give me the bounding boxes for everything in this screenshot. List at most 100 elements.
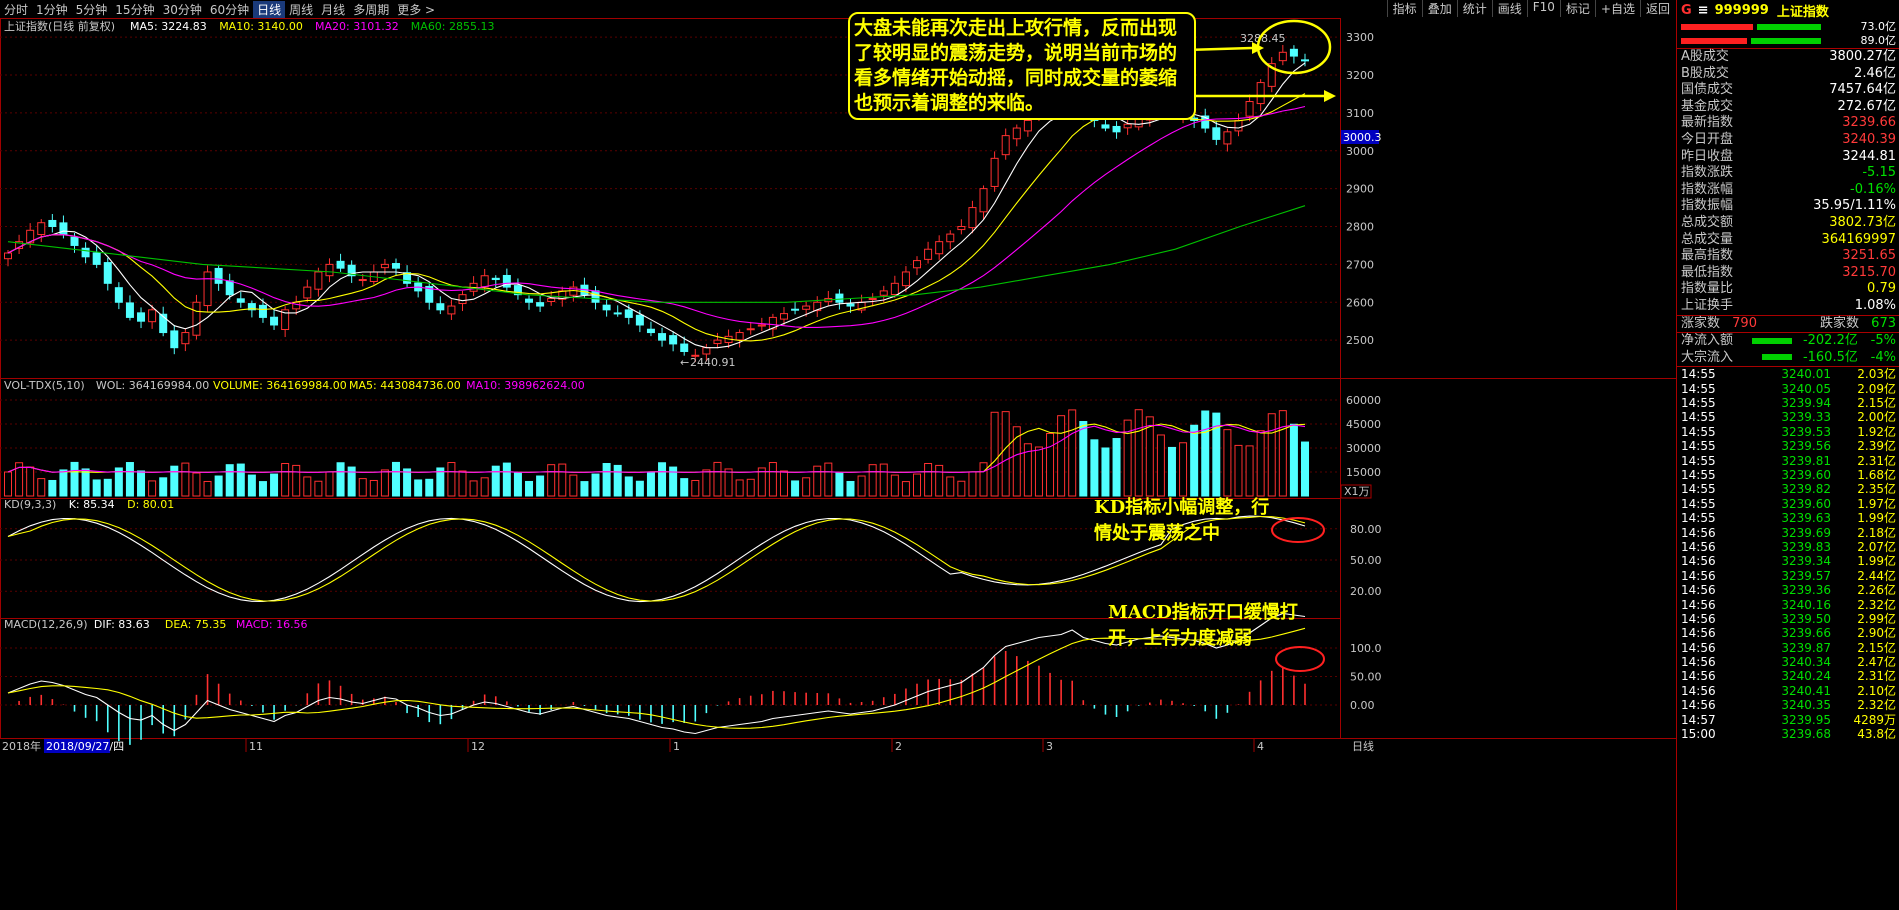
candle <box>746 328 755 331</box>
tick-row: 14:55 3239.81 2.31亿 <box>1681 453 1896 468</box>
macd-label: MACD: 16.56 <box>236 618 308 631</box>
quote-title[interactable]: G ≡ 999999 上证指数 <box>1677 0 1899 20</box>
volume-bar <box>713 461 722 497</box>
tick-row: 14:55 3239.56 2.39亿 <box>1681 439 1896 454</box>
volume-bar <box>458 470 467 497</box>
candle <box>336 260 345 269</box>
candle <box>835 293 844 303</box>
candle <box>702 347 711 355</box>
candle <box>646 328 655 334</box>
stat-row: 昨日收盘 3244.81 <box>1681 148 1896 164</box>
stat-row: 指数量比 0.79 <box>1681 281 1896 297</box>
macd-tick-label: 100.0 <box>1350 642 1382 655</box>
tick-row: 14:56 3240.16 2.32亿 <box>1681 597 1896 612</box>
volume-bar <box>125 462 134 497</box>
tick-row: 14:56 3239.34 1.99亿 <box>1681 554 1896 569</box>
ma20-line <box>7 105 1306 328</box>
candle <box>1212 127 1221 140</box>
stat-row: 最新指数 3239.66 <box>1681 115 1896 131</box>
candle <box>591 290 600 303</box>
volume-bar <box>1156 434 1165 497</box>
candle <box>924 248 933 260</box>
volume-bar <box>658 462 667 497</box>
candle <box>802 305 811 310</box>
menu-icon[interactable]: ≡ <box>1698 3 1709 18</box>
macd-tick-label: 0.00 <box>1350 699 1375 712</box>
volume-bar <box>148 480 157 497</box>
tick-row: 14:55 3239.94 2.15亿 <box>1681 396 1896 411</box>
candle <box>314 271 323 290</box>
candle <box>791 308 800 311</box>
volume-bar <box>946 476 955 497</box>
index-name: 上证指数 <box>1776 4 1829 20</box>
volume-bar <box>746 478 755 497</box>
kd-label: D: 80.01 <box>127 498 174 511</box>
volume-bar <box>813 465 822 497</box>
tick-row: 14:56 3240.34 2.47亿 <box>1681 655 1896 670</box>
flow-row: 大宗流入 -160.5亿 -4% <box>1681 349 1896 365</box>
candle <box>4 252 12 260</box>
y-tick-label: 2700 <box>1346 258 1374 271</box>
volume-bar <box>536 475 545 497</box>
tick-row: 15:00 3239.68 43.8亿 <box>1681 727 1896 742</box>
volume-bar <box>602 463 611 497</box>
volume-bar <box>137 470 146 497</box>
volume-bar <box>1134 409 1143 497</box>
volume-bar <box>580 481 589 497</box>
stat-row: 总成交额 3802.73亿 <box>1681 214 1896 230</box>
tick-row: 14:56 3239.57 2.44亿 <box>1681 568 1896 583</box>
y-tick-label: 3300 <box>1346 31 1374 44</box>
candle <box>1245 101 1254 117</box>
candle <box>658 333 667 341</box>
candle <box>779 313 788 320</box>
volume-bar <box>768 462 777 497</box>
candle <box>491 277 500 281</box>
macd-tick-label: 50.00 <box>1350 671 1382 684</box>
volume-bar <box>901 481 910 497</box>
volume-bar <box>236 463 245 497</box>
candle <box>125 302 134 318</box>
y-tick-label: 2500 <box>1346 334 1374 347</box>
volume-bar <box>1167 446 1176 497</box>
stat-row: 基金成交 272.67亿 <box>1681 98 1896 114</box>
stat-row: B股成交 2.46亿 <box>1681 65 1896 81</box>
volume-bar <box>1145 416 1154 497</box>
kd-tick-label: 80.00 <box>1350 523 1382 536</box>
volume-bar <box>480 477 489 497</box>
kline-chart[interactable]: 3300 3200 3100 3000 2900 2800 2700 2600 2500 上证指数… <box>0 0 1676 910</box>
chart-title: 上证指数(日线 前复权) <box>4 19 115 33</box>
candle <box>1123 123 1132 129</box>
volume-bar <box>968 471 977 497</box>
volume-bar <box>802 477 811 497</box>
candle <box>713 339 722 345</box>
month-label: 4 <box>1257 740 1264 753</box>
volume-bar <box>613 464 622 497</box>
volume-bar <box>913 473 922 497</box>
vol-tick-label: 15000 <box>1346 466 1381 479</box>
vol-ma10-line <box>7 424 1306 473</box>
volume-bar <box>502 462 511 497</box>
candle <box>70 236 79 246</box>
arrow-icon: ← <box>680 356 689 369</box>
tick-row: 14:56 3239.66 2.90亿 <box>1681 626 1896 641</box>
tick-list[interactable]: 14:55 3240.01 2.03亿 14:55 3240.05 2.09亿 14:55 3… <box>1677 367 1899 741</box>
volume-bar <box>181 462 190 497</box>
volume-bar <box>1301 441 1309 497</box>
volume-bar <box>380 469 389 497</box>
candle <box>148 309 157 323</box>
volume-bar <box>48 479 57 497</box>
tick-row: 14:56 3239.69 2.18亿 <box>1681 525 1896 540</box>
volume-bar <box>1278 410 1287 497</box>
volume-bar <box>1201 410 1210 497</box>
volume-bar <box>924 463 933 497</box>
volume-bar <box>336 462 345 497</box>
volume-bar <box>835 472 844 497</box>
candle <box>669 335 678 345</box>
flow-row: 净流入额 -202.2亿 -5% <box>1681 333 1896 349</box>
candle <box>447 305 456 315</box>
candle <box>635 314 644 326</box>
candle <box>1301 59 1309 62</box>
volume-bar <box>4 471 12 497</box>
stats-list: A股成交 3800.27亿 B股成交 2.46亿 国债成交 7457.64亿 基金成交 272… <box>1677 49 1899 316</box>
main-annotation: 大盘未能再次走出上攻行情，反而出现了较明显的震荡走势，说明当前市场的看多情绪开始… <box>848 12 1196 120</box>
